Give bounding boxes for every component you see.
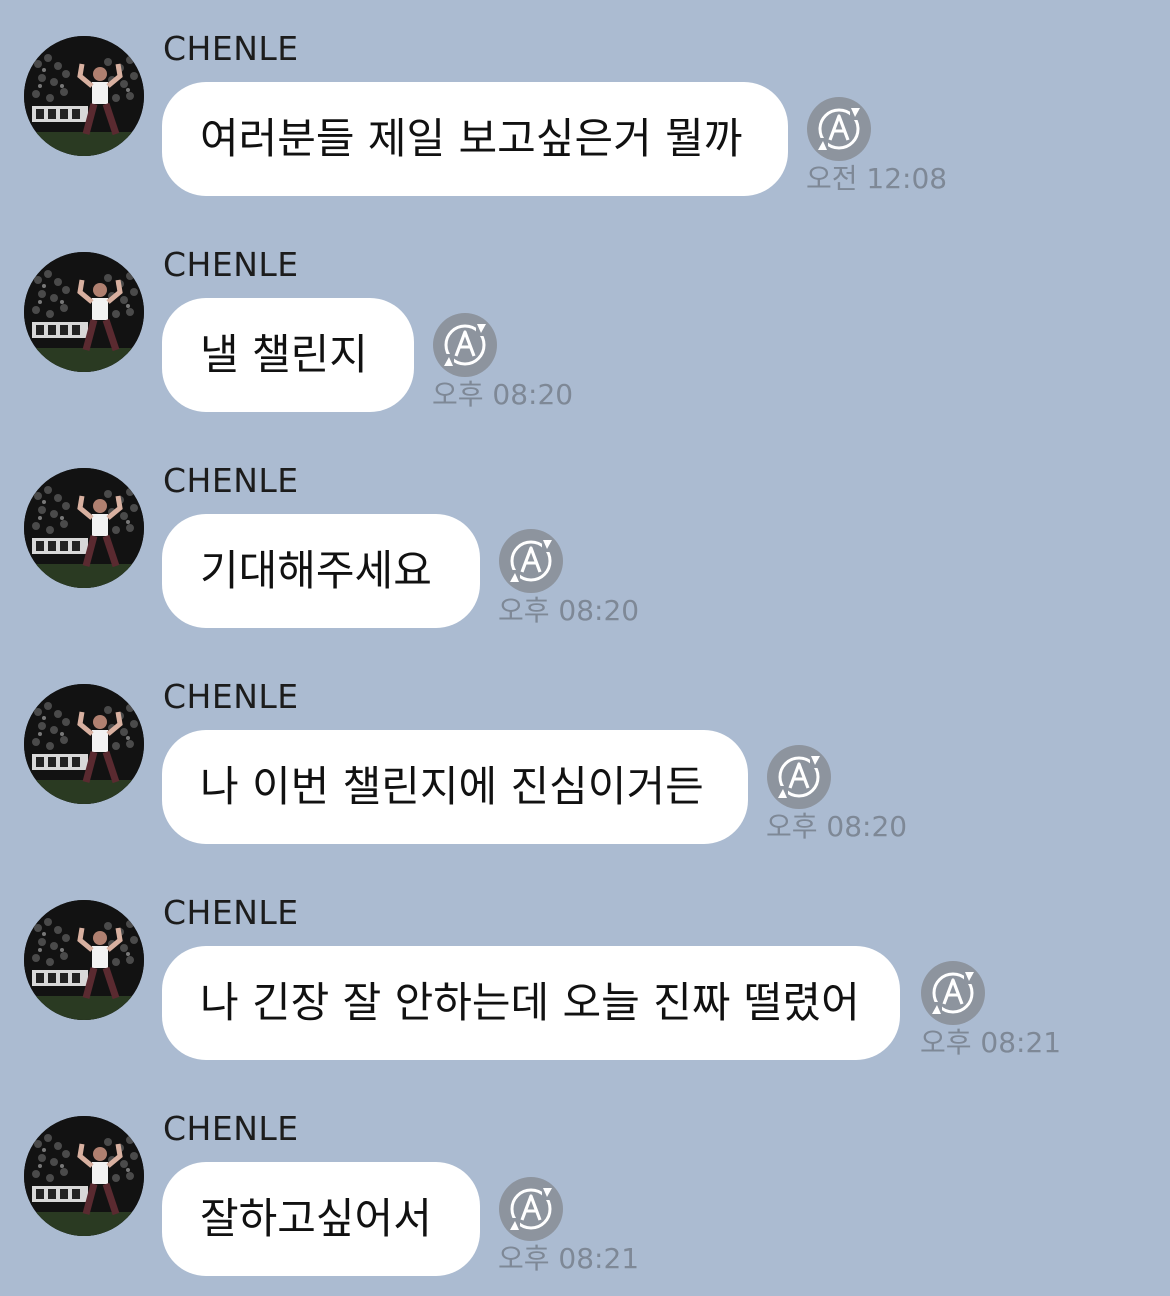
chat-message: CHENLE 잘하고싶어서 오후 08:21 [0, 1080, 1170, 1296]
message-time: 오전 12:08 [806, 162, 948, 195]
chat-message: CHENLE 낼 챌린지 오후 08:20 [0, 216, 1170, 432]
message-bubble[interactable]: 나 이번 챌린지에 진심이거든 [162, 730, 748, 844]
avatar[interactable] [24, 468, 144, 588]
message-meta: 오후 08:20 [766, 744, 926, 854]
chat-message: CHENLE 기대해주세요 오후 08:20 [0, 432, 1170, 648]
sender-name: CHENLE [163, 1109, 299, 1148]
sender-name: CHENLE [163, 461, 299, 500]
message-meta: 오후 08:20 [498, 528, 658, 638]
message-bubble[interactable]: 기대해주세요 [162, 514, 480, 628]
avatar[interactable] [24, 1116, 144, 1236]
message-time: 오후 08:20 [432, 378, 574, 411]
message-bubble[interactable]: 여러분들 제일 보고싶은거 뭘까 [162, 82, 788, 196]
sender-name: CHENLE [163, 29, 299, 68]
message-time: 오후 08:21 [920, 1026, 1062, 1059]
auto-translate-icon[interactable] [920, 960, 986, 1026]
avatar[interactable] [24, 252, 144, 372]
chat-message-list[interactable]: CHENLE 여러분들 제일 보고싶은거 뭘까 오전 12:08 CHENLE … [0, 0, 1170, 1295]
message-time: 오후 08:20 [766, 810, 908, 843]
avatar[interactable] [24, 36, 144, 156]
message-meta: 오전 12:08 [806, 96, 966, 206]
chat-message: CHENLE 여러분들 제일 보고싶은거 뭘까 오전 12:08 [0, 0, 1170, 216]
message-meta: 오후 08:21 [920, 960, 1080, 1070]
message-meta: 오후 08:20 [432, 312, 592, 422]
sender-name: CHENLE [163, 893, 299, 932]
avatar[interactable] [24, 900, 144, 1020]
sender-name: CHENLE [163, 677, 299, 716]
message-bubble[interactable]: 낼 챌린지 [162, 298, 414, 412]
message-time: 오후 08:20 [498, 594, 640, 627]
message-bubble[interactable]: 잘하고싶어서 [162, 1162, 480, 1276]
sender-name: CHENLE [163, 245, 299, 284]
avatar[interactable] [24, 684, 144, 804]
auto-translate-icon[interactable] [498, 1176, 564, 1242]
message-meta: 오후 08:21 [498, 1176, 658, 1286]
auto-translate-icon[interactable] [432, 312, 498, 378]
auto-translate-icon[interactable] [766, 744, 832, 810]
message-bubble[interactable]: 나 긴장 잘 안하는데 오늘 진짜 떨렸어 [162, 946, 900, 1060]
chat-message: CHENLE 나 이번 챌린지에 진심이거든 오후 08:20 [0, 648, 1170, 864]
auto-translate-icon[interactable] [806, 96, 872, 162]
auto-translate-icon[interactable] [498, 528, 564, 594]
chat-message: CHENLE 나 긴장 잘 안하는데 오늘 진짜 떨렸어 오후 08:21 [0, 864, 1170, 1080]
message-time: 오후 08:21 [498, 1242, 640, 1275]
